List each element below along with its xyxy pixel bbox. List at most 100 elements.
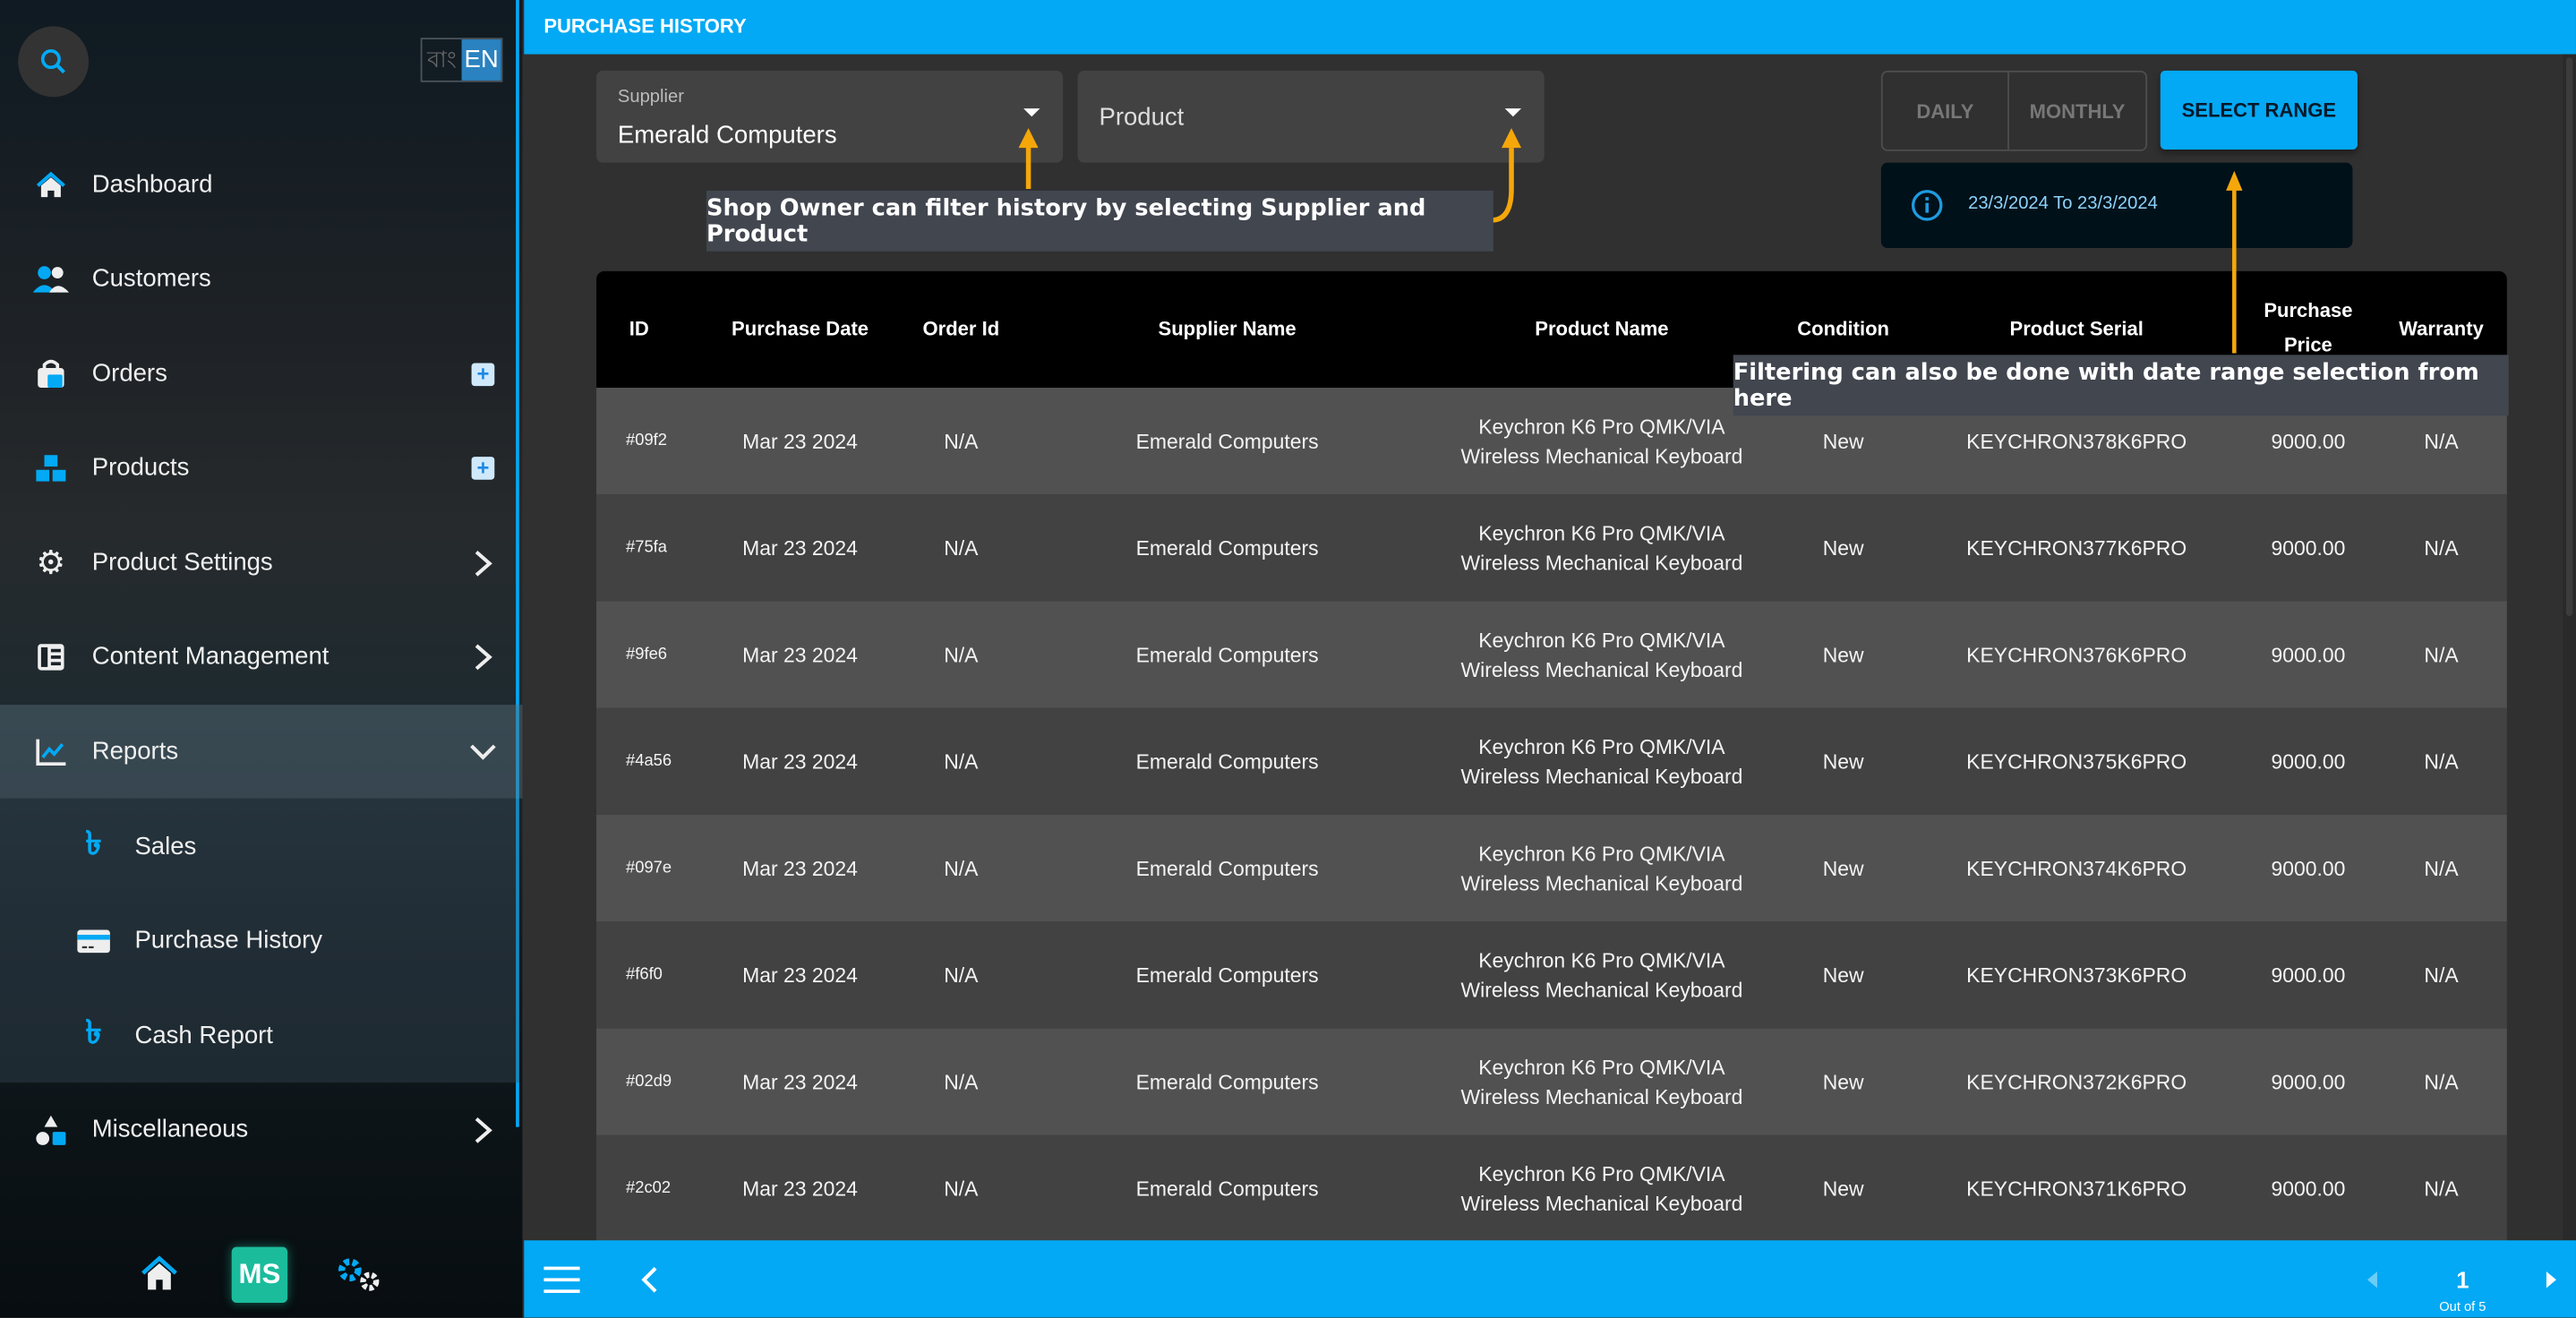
cell-supplier-name: Emerald Computers xyxy=(1135,749,1319,774)
period-toggle: DAILY MONTHLY xyxy=(1880,70,2148,151)
sidebar-item-content-management[interactable]: Content Management xyxy=(0,610,522,704)
table-row[interactable]: #4a56 Mar 23 2024 N/A Emerald Computers Keyc… xyxy=(596,707,2507,816)
sidebar-item-reports[interactable]: Reports xyxy=(0,705,523,799)
supplier-label: Supplier xyxy=(617,87,684,107)
filter-annotation: Shop Owner can filter history by selecti… xyxy=(706,190,1493,252)
cell-warranty: N/A xyxy=(2424,1070,2459,1094)
lang-bangla[interactable]: বাং xyxy=(423,39,462,81)
daily-button[interactable]: DAILY xyxy=(1883,72,2009,150)
sidebar-item-purchase-history[interactable]: Purchase History xyxy=(0,894,522,988)
sidebar-item-cash-report[interactable]: ৳ Cash Report xyxy=(0,989,522,1083)
footer-home-button[interactable] xyxy=(140,1255,179,1300)
cell-supplier-name: Emerald Computers xyxy=(1135,1177,1319,1201)
scrollbar-thumb[interactable] xyxy=(2565,57,2573,617)
cell-condition: New xyxy=(1822,536,1864,560)
sidebar-item-products[interactable]: Products + xyxy=(0,421,522,515)
cell-product-serial: KEYCHRON376K6PRO xyxy=(1966,644,2187,667)
product-select[interactable]: Product xyxy=(1077,70,1545,163)
cell-order-id: N/A xyxy=(944,643,979,667)
caret-left-icon xyxy=(2366,1271,2377,1288)
plus-icon: + xyxy=(471,362,495,386)
col-product-serial: Product Serial xyxy=(2009,317,2144,340)
col-id: ID xyxy=(629,317,649,340)
table-row[interactable]: #2c02 Mar 23 2024 N/A Emerald Computers Keyc… xyxy=(596,1134,2507,1243)
sidebar-item-miscellaneous[interactable]: Miscellaneous xyxy=(0,1083,522,1177)
cell-purchase-price: 9000.00 xyxy=(2271,1177,2346,1201)
cell-condition: New xyxy=(1822,643,1864,667)
cell-purchase-price: 9000.00 xyxy=(2271,856,2346,880)
prev-page-button[interactable] xyxy=(2366,1268,2379,1297)
col-supplier-name: Supplier Name xyxy=(1158,317,1297,340)
supplier-select[interactable]: Supplier Emerald Computers xyxy=(596,70,1064,163)
sidebar-item-product-settings[interactable]: ⚙ Product Settings xyxy=(0,516,522,610)
cell-order-id: N/A xyxy=(944,749,979,774)
current-page: 1 xyxy=(2456,1266,2469,1293)
table-row[interactable]: #f6f0 Mar 23 2024 N/A Emerald Computers Keyc… xyxy=(596,921,2507,1029)
cell-warranty: N/A xyxy=(2424,856,2459,880)
cell-id: #f6f0 xyxy=(626,964,663,984)
col-condition: Condition xyxy=(1797,317,1890,340)
select-range-button[interactable]: SELECT RANGE xyxy=(2160,70,2358,150)
search-icon xyxy=(39,48,65,73)
cell-order-id: N/A xyxy=(944,856,979,880)
page-total: Out of 5 xyxy=(2439,1299,2486,1314)
col-warranty: Warranty xyxy=(2399,317,2484,340)
search-button[interactable] xyxy=(18,26,90,98)
cell-warranty: N/A xyxy=(2424,1177,2459,1201)
language-toggle[interactable]: বাং EN xyxy=(420,38,503,82)
sidebar-item-customers[interactable]: Customers xyxy=(0,232,522,326)
sidebar-item-dashboard[interactable]: Dashboard xyxy=(0,138,522,232)
table-row[interactable]: #02d9 Mar 23 2024 N/A Emerald Computers Keyc… xyxy=(596,1028,2507,1135)
cell-order-id: N/A xyxy=(944,1177,979,1201)
cell-product-serial: KEYCHRON374K6PRO xyxy=(1966,857,2187,881)
cell-purchase-price: 9000.00 xyxy=(2271,1070,2346,1094)
table-row[interactable]: #9fe6 Mar 23 2024 N/A Emerald Computers Keyc… xyxy=(596,601,2507,708)
gears-icon xyxy=(338,1258,380,1291)
cell-product-serial: KEYCHRON372K6PRO xyxy=(1966,1071,2187,1094)
monthly-button[interactable]: MONTHLY xyxy=(2009,73,2145,150)
cell-warranty: N/A xyxy=(2424,963,2459,987)
cell-condition: New xyxy=(1822,749,1864,774)
table-row[interactable]: #097e Mar 23 2024 N/A Emerald Computers Keyc… xyxy=(596,815,2507,922)
cell-supplier-name: Emerald Computers xyxy=(1135,1070,1319,1094)
cell-supplier-name: Emerald Computers xyxy=(1135,536,1319,560)
add-order-button[interactable]: + xyxy=(466,357,500,390)
add-product-button[interactable]: + xyxy=(466,451,500,484)
cell-order-id: N/A xyxy=(944,963,979,987)
cell-purchase-date: Mar 23 2024 xyxy=(742,536,858,560)
content-icon xyxy=(33,638,69,674)
bottom-bar: 1 Out of 5 xyxy=(524,1240,2576,1318)
cell-product-name: Keychron K6 Pro QMK/VIA Wireless Mechani… xyxy=(1460,1162,1743,1215)
chevron-right-icon xyxy=(466,546,500,579)
products-boxes-icon xyxy=(33,449,69,485)
lang-english[interactable]: EN xyxy=(461,39,501,81)
cell-product-serial: KEYCHRON377K6PRO xyxy=(1966,536,2187,561)
cell-purchase-date: Mar 23 2024 xyxy=(742,749,858,774)
cell-id: #09f2 xyxy=(626,431,667,449)
dropdown-arrow-icon xyxy=(1504,108,1522,117)
col-product-name: Product Name xyxy=(1535,317,1669,340)
cell-product-name: Keychron K6 Pro QMK/VIA Wireless Mechani… xyxy=(1460,842,1743,895)
chevron-right-icon xyxy=(466,1113,500,1146)
sidebar-item-orders[interactable]: Orders + xyxy=(0,327,522,421)
cell-id: #9fe6 xyxy=(626,645,667,663)
cell-id: #4a56 xyxy=(626,751,672,770)
next-page-button[interactable] xyxy=(2545,1268,2558,1297)
cell-purchase-price: 9000.00 xyxy=(2271,749,2346,774)
purchase-history-table: ID Purchase Date Order Id Supplier Name … xyxy=(596,270,2507,1257)
main-scrollbar[interactable] xyxy=(2563,54,2576,1241)
menu-button[interactable] xyxy=(543,1265,580,1303)
cell-product-name: Keychron K6 Pro QMK/VIA Wireless Mechani… xyxy=(1460,1055,1743,1108)
taka-icon: ৳ xyxy=(85,826,102,863)
sidebar-item-sales[interactable]: ৳ Sales xyxy=(0,800,522,894)
cell-id: #02d9 xyxy=(626,1072,672,1091)
table-row[interactable]: #75fa Mar 23 2024 N/A Emerald Computers Keyc… xyxy=(596,494,2507,602)
credit-card-icon xyxy=(75,922,111,958)
shapes-icon xyxy=(33,1111,69,1147)
page-title: PURCHASE HISTORY xyxy=(543,14,747,39)
footer-settings-button[interactable] xyxy=(335,1255,384,1303)
supplier-value: Emerald Computers xyxy=(617,121,837,150)
col-order-id: Order Id xyxy=(922,317,1000,340)
back-button[interactable] xyxy=(639,1265,659,1303)
app-logo: MS xyxy=(231,1246,288,1303)
